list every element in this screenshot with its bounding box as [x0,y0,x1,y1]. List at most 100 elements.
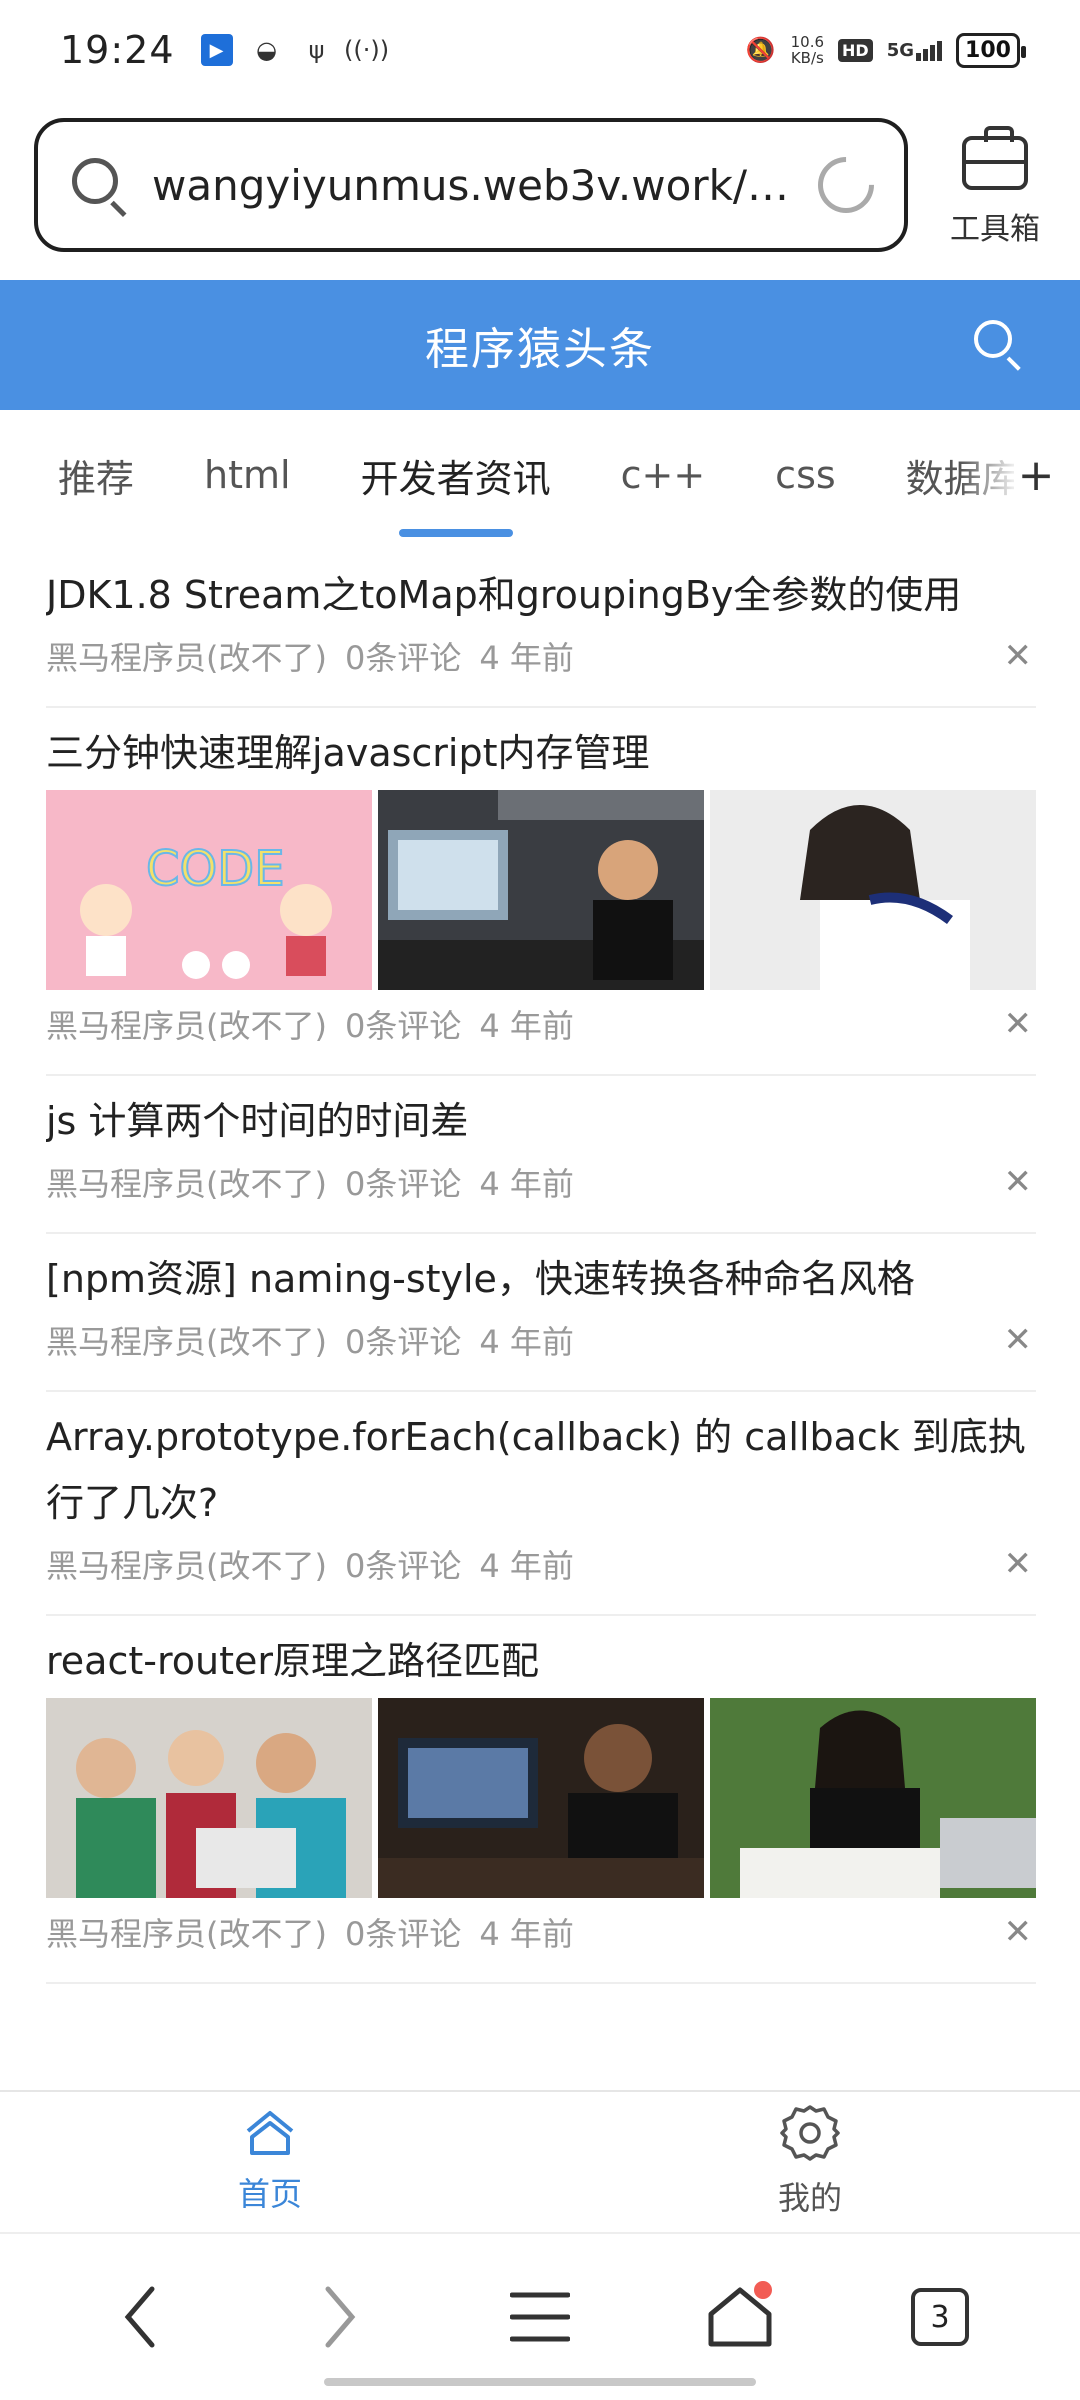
tab-item[interactable]: 推荐 [58,448,134,503]
article-author: 黑马程序员(改不了) [46,1547,327,1585]
app-notification-icon: ▶ [200,34,233,66]
article-list: JDK1.8 Stream之toMap和groupingBy全参数的使用黑马程序… [46,550,1036,2085]
article-title[interactable]: [npm资源] naming-style，快速转换各种命名风格 [46,1246,1036,1312]
close-icon[interactable]: ✕ [1004,1544,1033,1584]
close-icon[interactable]: ✕ [1004,1004,1033,1044]
article-title[interactable]: JDK1.8 Stream之toMap和groupingBy全参数的使用 [46,562,1036,628]
article-item[interactable]: JDK1.8 Stream之toMap和groupingBy全参数的使用 黑马程序… [46,550,1036,708]
thumbnail-image[interactable] [378,1698,704,1898]
article-title[interactable]: 三分钟快速理解javascript内存管理 [46,720,1036,786]
network-type: 5G [886,39,914,61]
article-author: 黑马程序员(改不了) [46,1915,327,1953]
url-field[interactable]: wangyiyunmus.web3v.work/… [34,118,908,252]
publish-time: 4 年前 [479,1915,574,1953]
close-icon[interactable]: ✕ [1004,1320,1033,1360]
tab-item[interactable]: css [775,453,836,497]
url-text[interactable]: wangyiyunmus.web3v.work/… [152,161,798,210]
article-item[interactable]: 三分钟快速理解javascript内存管理 CODE 黑马程序员(改不了) 0条评论 4… [46,708,1036,1076]
signal-icon: 5G [887,40,942,61]
page-title: 程序猿头条 [425,324,655,375]
speed-unit: KB/s [790,49,824,67]
nav-mine[interactable]: 我的 [540,2092,1080,2230]
article-meta: 黑马程序员(改不了) 0条评论 4 年前 ✕ [46,1536,1036,1592]
hotspot-icon: ((·)) [343,36,390,64]
comment-count: 0条评论 [344,1547,462,1585]
comment-count: 0条评论 [344,1007,462,1045]
hd-badge: HD [838,38,873,62]
comment-count: 0条评论 [344,639,462,677]
article-item[interactable]: [npm资源] naming-style，快速转换各种命名风格黑马程序员(改不了… [46,1234,1036,1392]
article-author: 黑马程序员(改不了) [46,1007,327,1045]
close-icon[interactable]: ✕ [1004,1162,1033,1202]
tab-fade [960,410,1020,540]
tab-item[interactable]: c++ [621,453,706,497]
nav-home-label: 首页 [237,2175,302,2213]
article-item[interactable]: Array.prototype.forEach(callback) 的 call… [46,1392,1036,1616]
home-icon [246,2111,294,2155]
tabs-button[interactable]: 3 [880,2267,1000,2367]
battery-icon: 100 [956,32,1026,68]
thumbnail-image[interactable] [46,1698,372,1898]
article-meta: 黑马程序员(改不了) 0条评论 4 年前 ✕ [46,628,1036,684]
tab-count-icon: 3 [911,2288,969,2346]
status-bar: 19:24 ▶ ◒ ψ ((·)) 🔕 10.6 KB/s HD 5G 100 [0,0,1080,100]
category-tabs: 推荐html开发者资讯c++css数据库+ [0,410,1080,540]
chevron-right-icon [325,2286,356,2348]
article-thumbnails [46,1698,1036,1898]
comment-count: 0条评论 [344,1323,462,1361]
search-icon [68,154,130,217]
network-speed: 10.6 KB/s [791,34,824,66]
browser-notification-icon: ◒ [256,36,277,64]
tab-item[interactable]: 开发者资讯 [361,448,551,503]
article-meta: 黑马程序员(改不了) 0条评论 4 年前 ✕ [46,996,1036,1052]
notification-dot [754,2281,772,2299]
gesture-bar [324,2378,756,2386]
article-thumbnails: CODE [46,790,1036,990]
browser-address-bar: wangyiyunmus.web3v.work/… 工具箱 [0,110,1080,270]
publish-time: 4 年前 [479,1547,574,1585]
article-meta: 黑马程序员(改不了) 0条评论 4 年前 ✕ [46,1154,1036,1210]
system-icons: 🔕 10.6 KB/s HD 5G 100 [745,32,1026,68]
tab-item[interactable]: html [204,453,291,497]
thumbnail-image[interactable]: CODE [46,790,372,990]
menu-button[interactable] [480,2267,600,2367]
article-meta: 黑马程序员(改不了) 0条评论 4 年前 ✕ [46,1904,1036,1960]
app-bottom-nav: 首页 我的 [0,2090,1080,2230]
close-icon[interactable]: ✕ [1004,1912,1033,1952]
browser-toolbar: 3 [0,2232,1080,2400]
article-title[interactable]: js 计算两个时间的时间差 [46,1088,1036,1154]
app-header: 程序猿头条 [0,280,1080,410]
chevron-left-icon [124,2286,155,2348]
home-button[interactable] [680,2267,800,2367]
article-meta: 黑马程序员(改不了) 0条评论 4 年前 ✕ [46,1312,1036,1368]
header-search-icon[interactable] [972,318,1026,372]
article-item[interactable]: js 计算两个时间的时间差 黑马程序员(改不了) 0条评论 4 年前 ✕ [46,1076,1036,1234]
settings-gear-icon [780,2105,840,2161]
publish-time: 4 年前 [479,639,574,677]
forward-button[interactable] [280,2267,400,2367]
nav-mine-label: 我的 [777,2179,842,2217]
thumbnail-image[interactable] [378,790,704,990]
add-tab-icon[interactable]: + [1014,450,1058,501]
article-author: 黑马程序员(改不了) [46,1165,327,1203]
toolbox-icon [962,126,1028,190]
usb-icon: ψ [308,36,325,64]
article-author: 黑马程序员(改不了) [46,1323,327,1361]
article-item[interactable]: react-router原理之路径匹配黑马程序员(改不了) 0条评论 4 年前 ✕ [46,1616,1036,1984]
publish-time: 4 年前 [479,1007,574,1045]
reload-icon[interactable] [806,145,886,225]
thumbnail-image[interactable] [710,1698,1036,1898]
comment-count: 0条评论 [344,1915,462,1953]
nav-home[interactable]: 首页 [0,2092,540,2230]
article-title[interactable]: Array.prototype.forEach(callback) 的 call… [46,1404,1036,1536]
mute-icon: 🔕 [745,36,776,64]
notification-icons: ▶ ◒ ψ ((·)) [200,34,390,66]
close-icon[interactable]: ✕ [1004,636,1033,676]
article-title[interactable]: react-router原理之路径匹配 [46,1628,1036,1694]
toolbox-label: 工具箱 [950,212,1040,247]
back-button[interactable] [80,2267,200,2367]
toolbox-button[interactable]: 工具箱 [940,122,1050,248]
status-time: 19:24 [60,28,175,72]
publish-time: 4 年前 [479,1165,574,1203]
thumbnail-image[interactable] [710,790,1036,990]
